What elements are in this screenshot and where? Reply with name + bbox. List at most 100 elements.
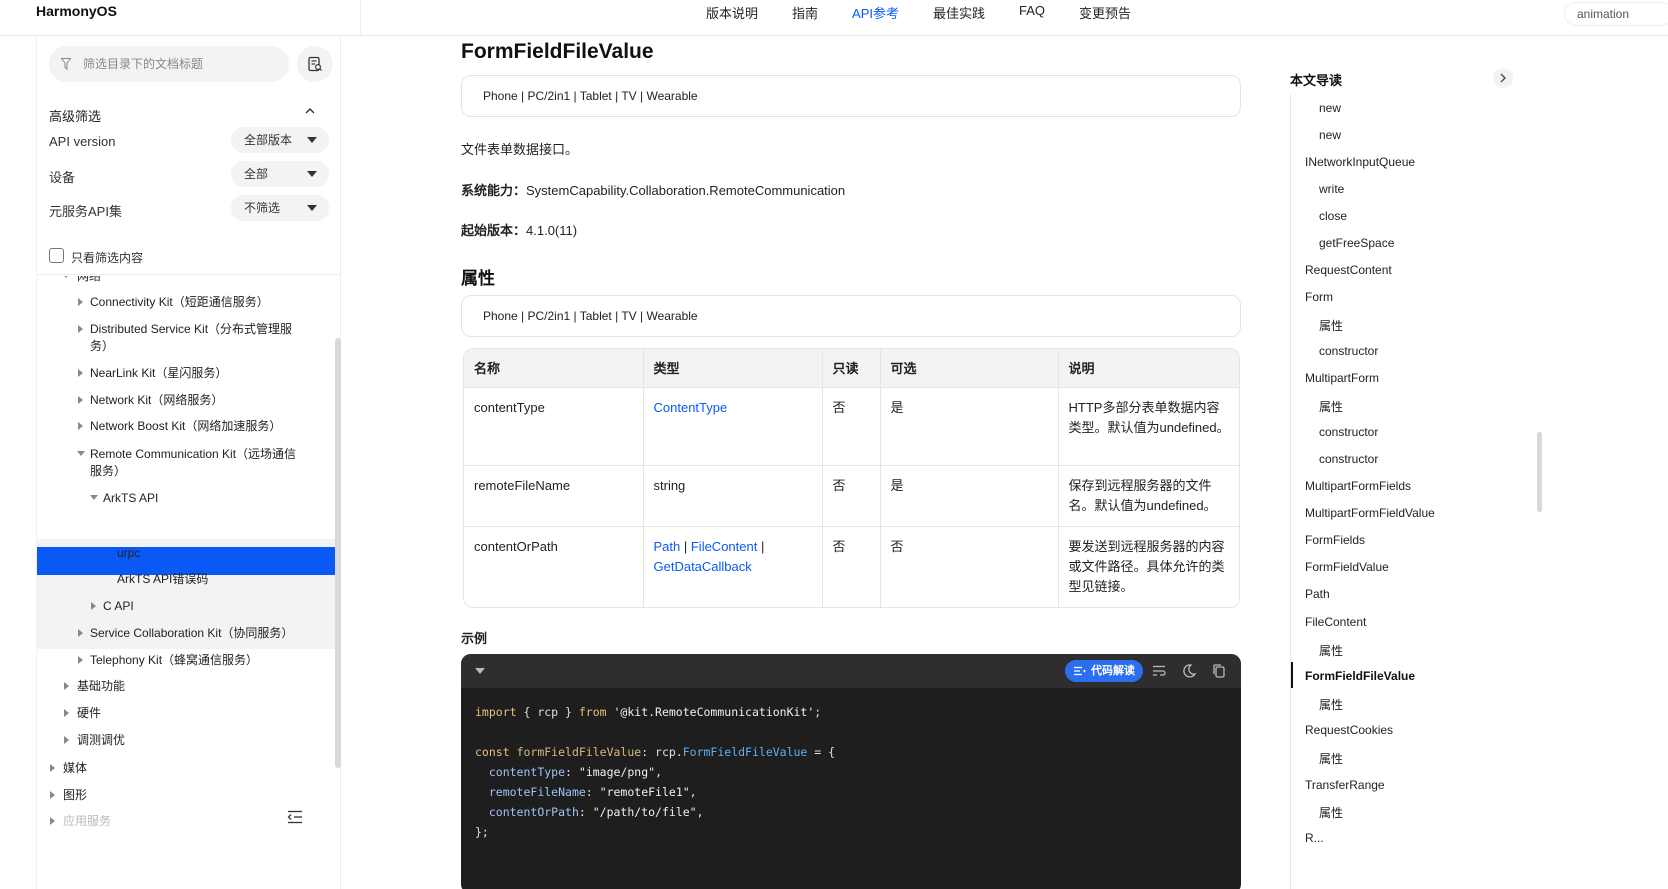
caret-right-icon[interactable]	[78, 298, 83, 306]
tree-item-remote-communication-kit[interactable]: Remote Communication Kit（远场通信	[90, 446, 296, 463]
toc-item[interactable]: RequestCookies	[1305, 723, 1393, 737]
tree-item-debugging[interactable]: 调测调优	[77, 732, 125, 749]
toc-item[interactable]: close	[1319, 209, 1347, 223]
tree-item-telephony-kit[interactable]: Telephony Kit（蜂窝通信服务）	[90, 652, 258, 669]
top-bar: HarmonyOS 版本说明 指南 API参考 最佳实践 FAQ 变更预告 an…	[0, 0, 1668, 36]
toc-item[interactable]: 属性	[1319, 696, 1343, 713]
tree-item-nearlink-kit[interactable]: NearLink Kit（星闪服务）	[90, 365, 227, 382]
caret-down-icon[interactable]	[90, 495, 98, 500]
tree-item-urpc[interactable]: urpc	[117, 545, 140, 562]
tree-item-rcp[interactable]: rcp	[117, 518, 136, 535]
toc-expand-button[interactable]	[1493, 68, 1513, 88]
only-filtered-checkbox[interactable]	[49, 248, 64, 263]
toc-item[interactable]: constructor	[1319, 344, 1378, 358]
tree-item-service-collaboration-kit[interactable]: Service Collaboration Kit（协同服务）	[90, 625, 293, 642]
tree-item-distributed-service-kit-cont: 务）	[90, 339, 115, 353]
toc-item[interactable]: getFreeSpace	[1319, 236, 1394, 250]
toc-item[interactable]: FormFields	[1305, 533, 1365, 547]
tree-item-c-api[interactable]: C API	[103, 598, 134, 615]
caret-right-icon[interactable]	[78, 325, 83, 333]
since-label: 起始版本：	[461, 223, 527, 238]
doc-filter-input[interactable]: 筛选目录下的文档标题	[49, 46, 289, 82]
toc-item-active[interactable]: FormFieldFileValue	[1305, 669, 1415, 683]
caret-down-icon[interactable]	[77, 451, 85, 456]
toc-item[interactable]: INetworkInputQueue	[1305, 155, 1415, 169]
caret-right-icon[interactable]	[50, 817, 55, 825]
caret-right-icon[interactable]	[78, 656, 83, 664]
type-link[interactable]: GetDataCallback	[654, 559, 752, 574]
tree-item-network[interactable]: 网络	[77, 276, 101, 285]
collapse-sidebar-icon[interactable]	[287, 810, 303, 824]
toc-item[interactable]: Form	[1305, 290, 1333, 304]
tree-item-media[interactable]: 媒体	[63, 760, 87, 777]
caret-right-icon[interactable]	[64, 682, 69, 690]
toc-item[interactable]: FormFieldValue	[1305, 560, 1389, 574]
toc-item[interactable]: constructor	[1319, 425, 1378, 439]
toc-item[interactable]: new	[1319, 101, 1341, 115]
sidebar: 筛选目录下的文档标题 高级筛选 API version 全部版本 设备 全部 元…	[36, 36, 341, 889]
toc-item[interactable]: MultipartFormFieldValue	[1305, 506, 1435, 520]
tree-item-basic-functions[interactable]: 基础功能	[77, 678, 125, 695]
nav-change-notice[interactable]: 变更预告	[1079, 3, 1131, 22]
tree-item-hardware[interactable]: 硬件	[77, 705, 101, 722]
caret-right-icon[interactable]	[64, 736, 69, 744]
caret-right-icon[interactable]	[64, 709, 69, 717]
tree-item-arkts-api[interactable]: ArkTS API	[103, 490, 158, 507]
toc-item[interactable]: 属性	[1319, 642, 1343, 659]
nav-faq[interactable]: FAQ	[1019, 3, 1045, 22]
copy-icon[interactable]	[1211, 663, 1227, 679]
toc-item[interactable]: FileContent	[1305, 615, 1366, 629]
chevron-up-icon[interactable]	[303, 104, 317, 118]
caret-right-icon[interactable]	[50, 791, 55, 799]
brand-logo[interactable]: HarmonyOS	[36, 3, 117, 19]
type-link[interactable]: Path	[654, 539, 681, 554]
toc-item[interactable]: 属性	[1319, 398, 1343, 415]
toc-item[interactable]: constructor	[1319, 452, 1378, 466]
filter-icon	[61, 58, 71, 70]
code-token: contentOrPath	[488, 805, 579, 819]
toc-item[interactable]: R...	[1305, 831, 1324, 845]
caret-right-icon[interactable]	[78, 396, 83, 404]
nav-api-reference[interactable]: API参考	[852, 3, 899, 22]
atomic-api-select[interactable]: 不筛选	[231, 195, 329, 221]
nav-release-notes[interactable]: 版本说明	[706, 3, 758, 22]
toc-item[interactable]: MultipartForm	[1305, 371, 1379, 385]
toc-item[interactable]: 属性	[1319, 317, 1343, 334]
tree-item-graphics[interactable]: 图形	[63, 787, 87, 804]
tree-item-distributed-service-kit[interactable]: Distributed Service Kit（分布式管理服	[90, 321, 292, 338]
toc-item[interactable]: 属性	[1319, 750, 1343, 767]
caret-right-icon[interactable]	[78, 629, 83, 637]
caret-right-icon[interactable]	[91, 602, 96, 610]
tree-item-app-services[interactable]: 应用服务	[63, 813, 111, 830]
caret-right-icon[interactable]	[78, 422, 83, 430]
api-version-select[interactable]: 全部版本	[231, 127, 329, 153]
device-select[interactable]: 全部	[231, 161, 329, 187]
toc-item[interactable]: 属性	[1319, 804, 1343, 821]
collapse-code-icon[interactable]	[475, 668, 485, 674]
wrap-lines-icon[interactable]	[1151, 663, 1167, 679]
tree-item-network-boost-kit[interactable]: Network Boost Kit（网络加速服务）	[90, 418, 281, 435]
document-search-button[interactable]	[297, 46, 333, 82]
tree-item-connectivity-kit[interactable]: Connectivity Kit（短距通信服务）	[90, 294, 269, 311]
toc-item[interactable]: RequestContent	[1305, 263, 1392, 277]
caret-right-icon[interactable]	[78, 369, 83, 377]
type-link[interactable]: FileContent	[691, 539, 757, 554]
sidebar-scrollbar[interactable]	[335, 338, 341, 768]
toc-item[interactable]: write	[1319, 182, 1344, 196]
type-link[interactable]: ContentType	[654, 400, 728, 415]
tree-item-arkts-error-codes[interactable]: ArkTS API错误码	[117, 571, 208, 588]
nav-guide[interactable]: 指南	[792, 3, 818, 22]
code-explain-button[interactable]: 代码解读	[1065, 660, 1143, 682]
caret-right-icon[interactable]	[50, 764, 55, 772]
toc-item[interactable]: MultipartFormFields	[1305, 479, 1411, 493]
toc-item[interactable]: new	[1319, 128, 1341, 142]
caret-down-icon[interactable]	[62, 276, 70, 278]
toc-item[interactable]: TransferRange	[1305, 778, 1385, 792]
syscap-label: 系统能力：	[461, 183, 527, 198]
nav-best-practice[interactable]: 最佳实践	[933, 3, 985, 22]
top-search-input[interactable]: animation	[1564, 2, 1668, 26]
tree-item-network-kit[interactable]: Network Kit（网络服务）	[90, 392, 223, 409]
toc-scrollbar[interactable]	[1537, 432, 1542, 512]
dark-mode-icon[interactable]	[1181, 663, 1197, 679]
toc-item[interactable]: Path	[1305, 587, 1330, 601]
